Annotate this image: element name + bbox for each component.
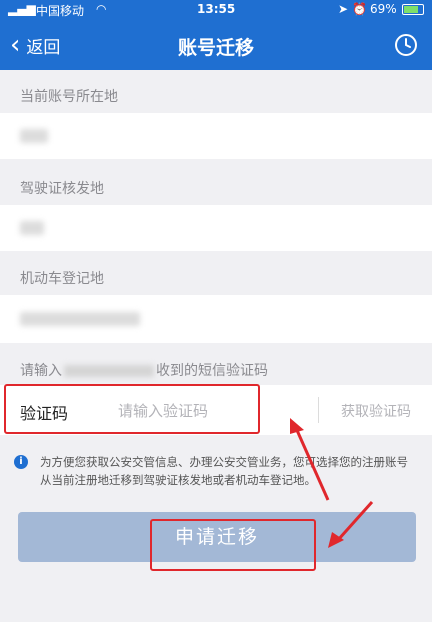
redacted-value <box>20 312 140 326</box>
apply-migration-button[interactable]: 申请迁移 <box>18 512 416 562</box>
status-bar: ▂▄▆ 中国移动 ◠ 13:55 ➤ ⏰ 69% <box>0 0 432 20</box>
verification-code-input[interactable] <box>116 398 300 424</box>
sms-prompt-prefix: 请输入 <box>20 363 62 379</box>
status-time: 13:55 <box>197 2 236 16</box>
current-location-label: 当前账号所在地 <box>20 89 118 105</box>
verification-code-row: 验证码 获取验证码 <box>0 385 432 435</box>
clock-icon <box>395 34 417 56</box>
license-issue-value <box>0 205 432 251</box>
get-code-button[interactable]: 获取验证码 <box>326 401 426 421</box>
alarm-icon: ⏰ <box>352 2 367 16</box>
battery-percent: 69% <box>370 2 397 16</box>
sms-prompt-suffix: 收到的短信验证码 <box>156 363 268 379</box>
divider <box>318 397 319 423</box>
signal-icon: ▂▄▆ <box>8 2 36 16</box>
redacted-phone <box>64 365 154 377</box>
redacted-value <box>20 221 44 235</box>
info-icon: i <box>14 455 28 469</box>
carrier-label: 中国移动 <box>36 4 85 18</box>
redacted-value <box>20 129 48 143</box>
sms-prompt: 请输入 收到的短信验证码 <box>20 360 268 380</box>
vehicle-reg-label: 机动车登记地 <box>20 271 104 287</box>
current-location-value <box>0 113 432 159</box>
battery-icon <box>402 4 424 15</box>
wifi-icon: ◠ <box>96 2 107 16</box>
notice-text: 为方便您获取公安交管信息、办理公安交管业务，您可选择您的注册账号从当前注册地迁移… <box>40 455 408 487</box>
location-icon: ➤ <box>338 2 349 16</box>
license-issue-label: 驾驶证核发地 <box>20 181 104 197</box>
page-title: 账号迁移 <box>177 37 254 59</box>
vehicle-reg-value <box>0 295 432 343</box>
nav-bar: ‹ 返回 账号迁移 <box>0 20 432 70</box>
code-label: 验证码 <box>20 404 69 423</box>
history-button[interactable] <box>394 33 418 57</box>
